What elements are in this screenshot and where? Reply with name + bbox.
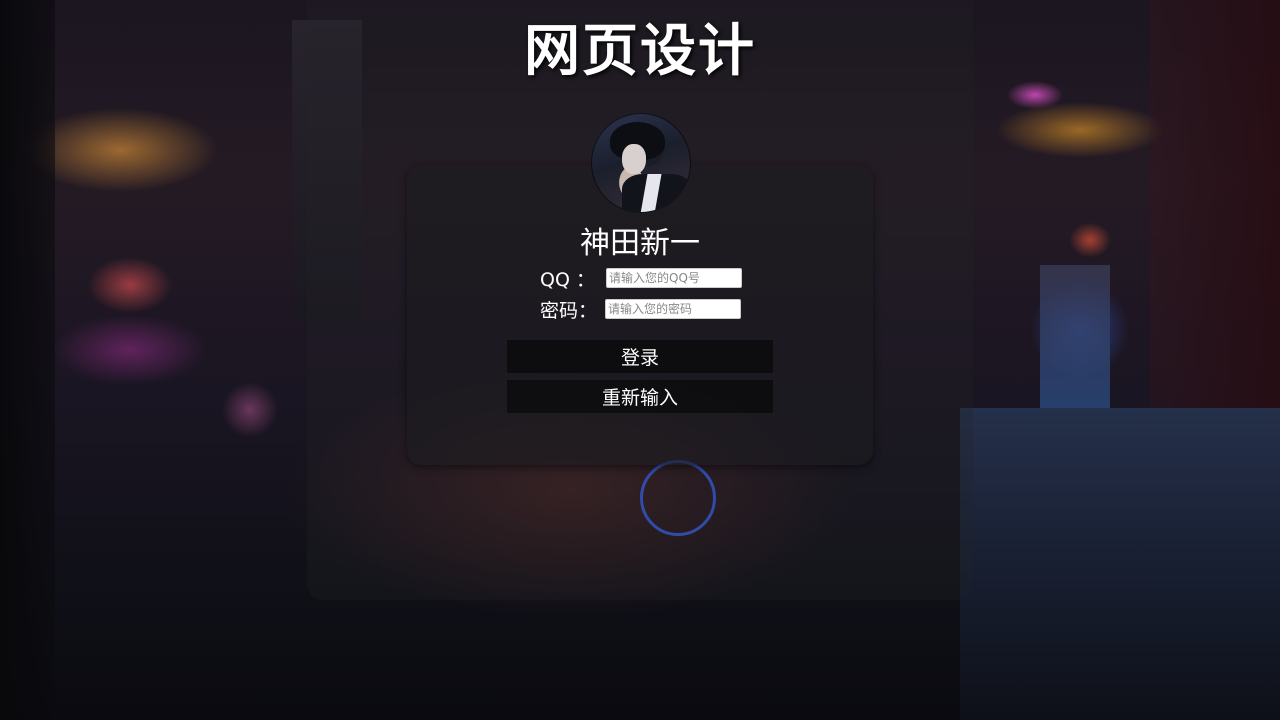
- login-button[interactable]: 登录: [507, 340, 773, 373]
- window-frame: [0, 0, 55, 720]
- page-title: 网页设计: [524, 19, 756, 84]
- background-building: [1040, 265, 1110, 410]
- qq-label: QQ ：: [540, 268, 595, 291]
- qq-row: QQ ：: [540, 267, 742, 291]
- password-input[interactable]: [605, 299, 741, 319]
- background-desk: [960, 408, 1280, 720]
- password-row: 密码：: [540, 298, 741, 322]
- background-scene: 网页设计 神田新一 QQ ： 密码： 登录 重新输入: [0, 0, 1280, 720]
- username: 神田新一: [580, 226, 700, 261]
- avatar: [591, 113, 691, 213]
- avatar-face: [622, 144, 646, 174]
- password-label: 密码：: [540, 299, 598, 322]
- reset-button[interactable]: 重新输入: [507, 380, 773, 413]
- qq-input[interactable]: [606, 268, 742, 288]
